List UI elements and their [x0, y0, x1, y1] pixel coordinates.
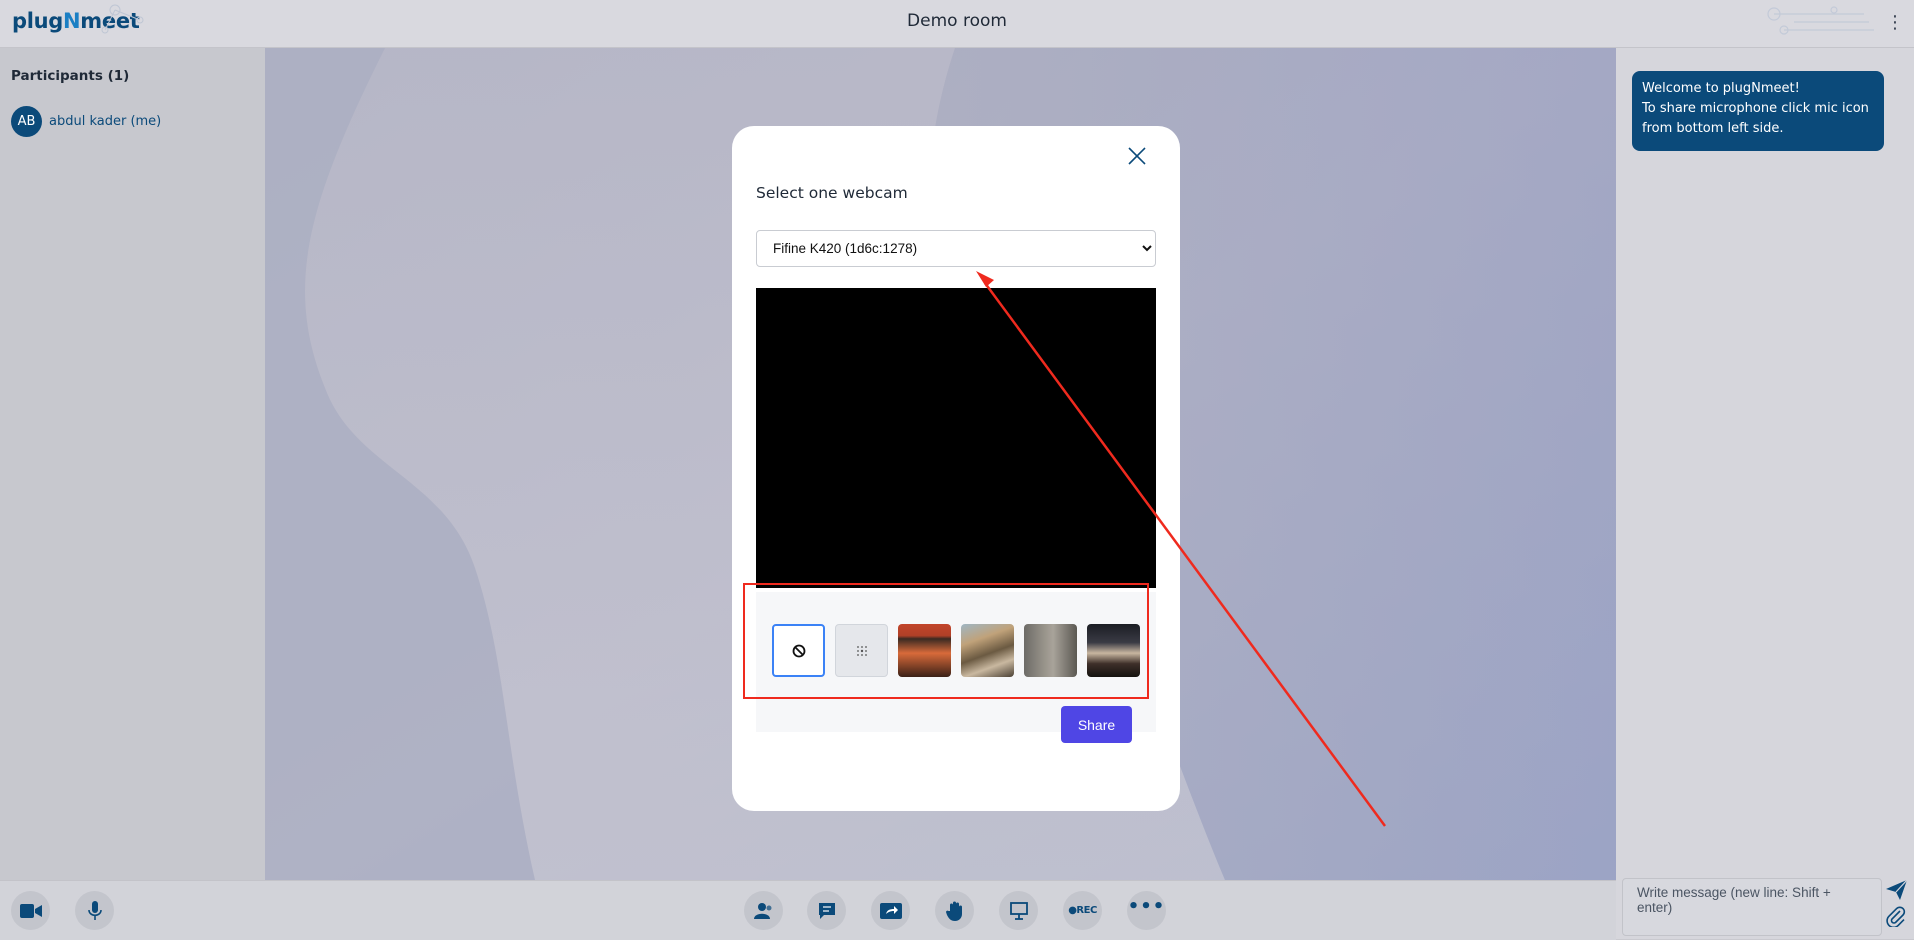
background-image-option[interactable] [1024, 624, 1077, 677]
record-icon: ●REC [1068, 905, 1097, 916]
chat-panel: Welcome to plugNmeet! To share microphon… [1616, 48, 1914, 939]
blur-icon [856, 645, 867, 656]
background-options-row [772, 624, 1140, 677]
raise-hand-icon [945, 901, 962, 921]
background-image-option[interactable] [898, 624, 951, 677]
avatar: AB [11, 106, 42, 137]
background-image-option[interactable] [1087, 624, 1140, 677]
background-none-option[interactable] [772, 624, 825, 677]
welcome-line-2: To share microphone click mic icon [1642, 101, 1869, 116]
participants-panel: Participants (1) AB abdul kader (me) [0, 48, 265, 880]
webcam-device-select[interactable]: Fifine K420 (1d6c:1278) [756, 230, 1156, 267]
whiteboard-button[interactable] [999, 891, 1038, 930]
participant-item[interactable]: AB abdul kader (me) [11, 106, 161, 137]
whiteboard-icon [1009, 901, 1028, 920]
share-button[interactable]: Share [1061, 706, 1132, 743]
header-decoration [1767, 6, 1874, 35]
modal-title: Select one webcam [756, 184, 908, 202]
screen-share-icon [879, 902, 902, 919]
paperclip-icon[interactable] [1886, 905, 1906, 927]
participants-button[interactable] [744, 891, 783, 930]
close-icon[interactable] [1127, 146, 1147, 166]
room-title: Demo room [907, 11, 1007, 31]
participant-name: abdul kader (me) [49, 114, 162, 129]
top-header: plugNmeet Demo room ⋮ [0, 0, 1914, 48]
raise-hand-button[interactable] [935, 891, 974, 930]
webcam-modal: Select one webcam Fifine K420 (1d6c:1278… [732, 126, 1180, 811]
screen-share-button[interactable] [871, 891, 910, 930]
background-image-option[interactable] [961, 624, 1014, 677]
welcome-line-1: Welcome to plugNmeet! [1642, 81, 1800, 96]
participants-title: Participants (1) [11, 68, 130, 84]
microphone-button[interactable] [75, 891, 114, 930]
microphone-icon [87, 900, 102, 920]
bottom-toolbar: ●REC ••• [0, 880, 1616, 940]
chat-input-container [1622, 878, 1882, 936]
kebab-menu-icon[interactable]: ⋮ [1886, 12, 1904, 33]
chat-icon [818, 902, 835, 919]
more-options-icon: ••• [1127, 896, 1166, 917]
send-icon[interactable] [1886, 880, 1908, 900]
chat-button[interactable] [807, 891, 846, 930]
participants-icon [753, 902, 771, 919]
record-button[interactable]: ●REC [1063, 891, 1102, 930]
webcam-preview [756, 288, 1156, 588]
no-background-icon [792, 644, 805, 657]
webcam-button[interactable] [11, 891, 50, 930]
webcam-icon [19, 903, 42, 918]
chat-message-input[interactable] [1623, 879, 1881, 935]
more-options-button[interactable]: ••• [1127, 891, 1166, 930]
welcome-message: Welcome to plugNmeet! To share microphon… [1632, 71, 1884, 151]
welcome-line-3: from bottom left side. [1642, 121, 1784, 136]
background-blur-option[interactable] [835, 624, 888, 677]
